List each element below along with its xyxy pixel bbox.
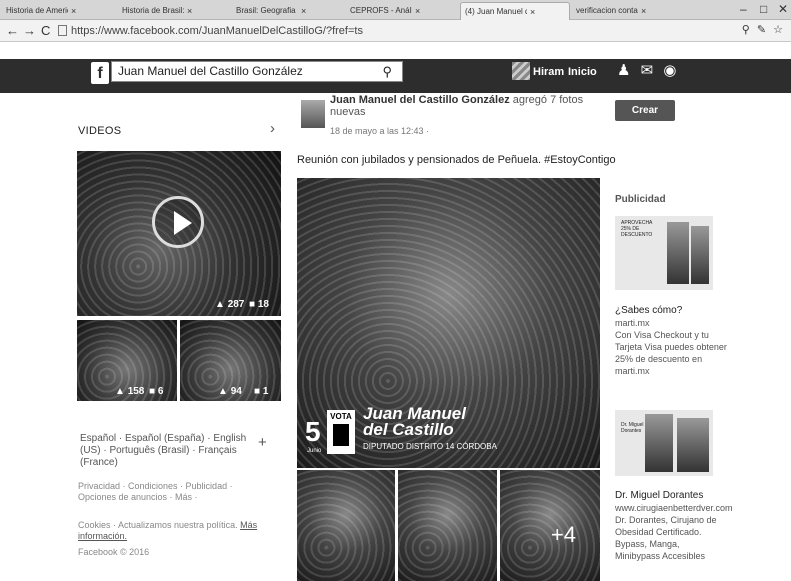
campaign-banner: 5 Junio VOTA Juan Manuel del Castillo DIP… — [305, 404, 497, 454]
post-photo-thumb-more[interactable]: +4 — [500, 470, 600, 581]
chevron-right-icon[interactable]: › — [270, 120, 275, 137]
close-tab-icon[interactable]: × — [641, 6, 646, 16]
ad-domain[interactable]: www.cirugiaenbetterdver.com — [615, 502, 733, 514]
post-photo-thumb[interactable] — [297, 470, 395, 581]
browser-tab[interactable]: Historia de America en× — [2, 2, 116, 20]
close-tab-icon[interactable]: × — [301, 6, 306, 16]
ad-image[interactable]: Dr. Miguel Dorantes — [615, 410, 713, 476]
videos-heading[interactable]: VIDEOS — [78, 125, 121, 137]
ad-body: Dr. Dorantes, Cirujano de Obesidad Certi… — [615, 515, 717, 561]
profile-name-link[interactable]: Hiram — [533, 66, 564, 78]
browser-tab[interactable]: Brasil: Geografia e Histor× — [232, 2, 344, 20]
post-author-link[interactable]: Juan Manuel del Castillo González — [330, 94, 510, 106]
avatar[interactable] — [512, 62, 530, 80]
language-list[interactable]: Español · Español (España) · English (US… — [80, 433, 250, 469]
video-likes: ▲ 158 — [115, 386, 145, 397]
create-page-button[interactable]: Crear página — [615, 100, 675, 137]
maximize-icon[interactable]: □ — [760, 2, 767, 16]
minimize-icon[interactable]: – — [740, 2, 747, 16]
post-photo-main[interactable]: 5 Junio VOTA Juan Manuel del Castillo DIP… — [297, 178, 600, 468]
video-comments: ■ 6 — [149, 386, 164, 397]
post-timestamp[interactable]: 18 de mayo a las 12:43 · — [330, 126, 429, 136]
more-photos-count: +4 — [550, 522, 576, 547]
browser-tab[interactable]: verificacion contable p× — [572, 2, 682, 20]
post-photo-thumb[interactable] — [398, 470, 497, 581]
search-input[interactable]: Juan Manuel del Castillo González ⚲ — [111, 61, 403, 82]
post-author-avatar[interactable] — [301, 100, 325, 128]
forward-arrow-icon[interactable]: → — [23, 23, 36, 39]
close-tab-icon[interactable]: × — [71, 6, 76, 16]
ads-heading: Publicidad — [615, 194, 666, 205]
video-comments: ■ 1 — [254, 386, 269, 397]
browser-tab-active[interactable]: (4) Juan Manuel del Cas× — [460, 2, 570, 20]
ad-title[interactable]: ¿Sabes cómo? — [615, 305, 725, 317]
url-field[interactable]: https://www.facebook.com/JuanManuelDelCa… — [58, 23, 748, 39]
copyright: Facebook © 2016 — [78, 547, 150, 557]
browser-tools-icons[interactable]: ⚲ ✎ ☆ — [742, 23, 785, 36]
video-comments: ■ 18 — [249, 299, 269, 310]
post-header: Juan Manuel del Castillo González agregó… — [330, 94, 584, 118]
close-window-icon[interactable]: ✕ — [778, 2, 788, 16]
ad-domain[interactable]: marti.mx — [615, 317, 727, 329]
ad-title[interactable]: Dr. Miguel Dorantes — [615, 490, 725, 502]
ad-image[interactable]: APROVECHA 25% DE DESCUENTO — [615, 216, 713, 290]
close-tab-icon[interactable]: × — [530, 7, 535, 17]
video-likes: ▲ 94 — [218, 386, 242, 397]
facebook-logo[interactable]: f — [91, 62, 109, 84]
play-icon[interactable] — [152, 196, 204, 248]
footer-links[interactable]: Privacidad · Condiciones · Publicidad · … — [78, 481, 268, 503]
cookies-notice: Cookies · Actualizamos nuestra política.… — [78, 520, 258, 541]
reload-icon[interactable]: C — [41, 23, 50, 39]
video-likes: ▲ 287 — [215, 299, 245, 310]
close-tab-icon[interactable]: × — [187, 6, 192, 16]
browser-tab[interactable]: Historia de Brasil: una hi× — [118, 2, 230, 20]
video-thumbnail[interactable]: ▲ 94 ■ 1 — [180, 320, 281, 401]
video-thumbnail[interactable]: ▲ 158 ■ 6 — [77, 320, 177, 401]
address-bar: ← → C https://www.facebook.com/JuanManue… — [0, 20, 791, 42]
home-link[interactable]: Inicio — [568, 66, 597, 78]
candidate-name: Juan Manuel del Castillo — [363, 404, 466, 439]
search-icon[interactable]: ⚲ — [382, 62, 392, 81]
close-tab-icon[interactable]: × — [415, 6, 420, 16]
post-text: Reunión con jubilados y pensionados de P… — [297, 154, 616, 166]
featured-video[interactable]: ▲ 287 ■ 18 — [77, 151, 281, 316]
page-icon — [58, 25, 67, 36]
ad-body: Con Visa Checkout y tu Tarjeta Visa pued… — [615, 330, 727, 376]
notification-icons[interactable]: ♟ ✉ ◉ — [617, 61, 679, 79]
add-language-icon[interactable]: + — [258, 434, 267, 451]
browser-tab-strip: Historia de America en× Historia de Bras… — [0, 0, 791, 20]
browser-tab[interactable]: CEPROFS - Análisis Soc× — [346, 2, 458, 20]
back-arrow-icon[interactable]: ← — [6, 23, 19, 39]
